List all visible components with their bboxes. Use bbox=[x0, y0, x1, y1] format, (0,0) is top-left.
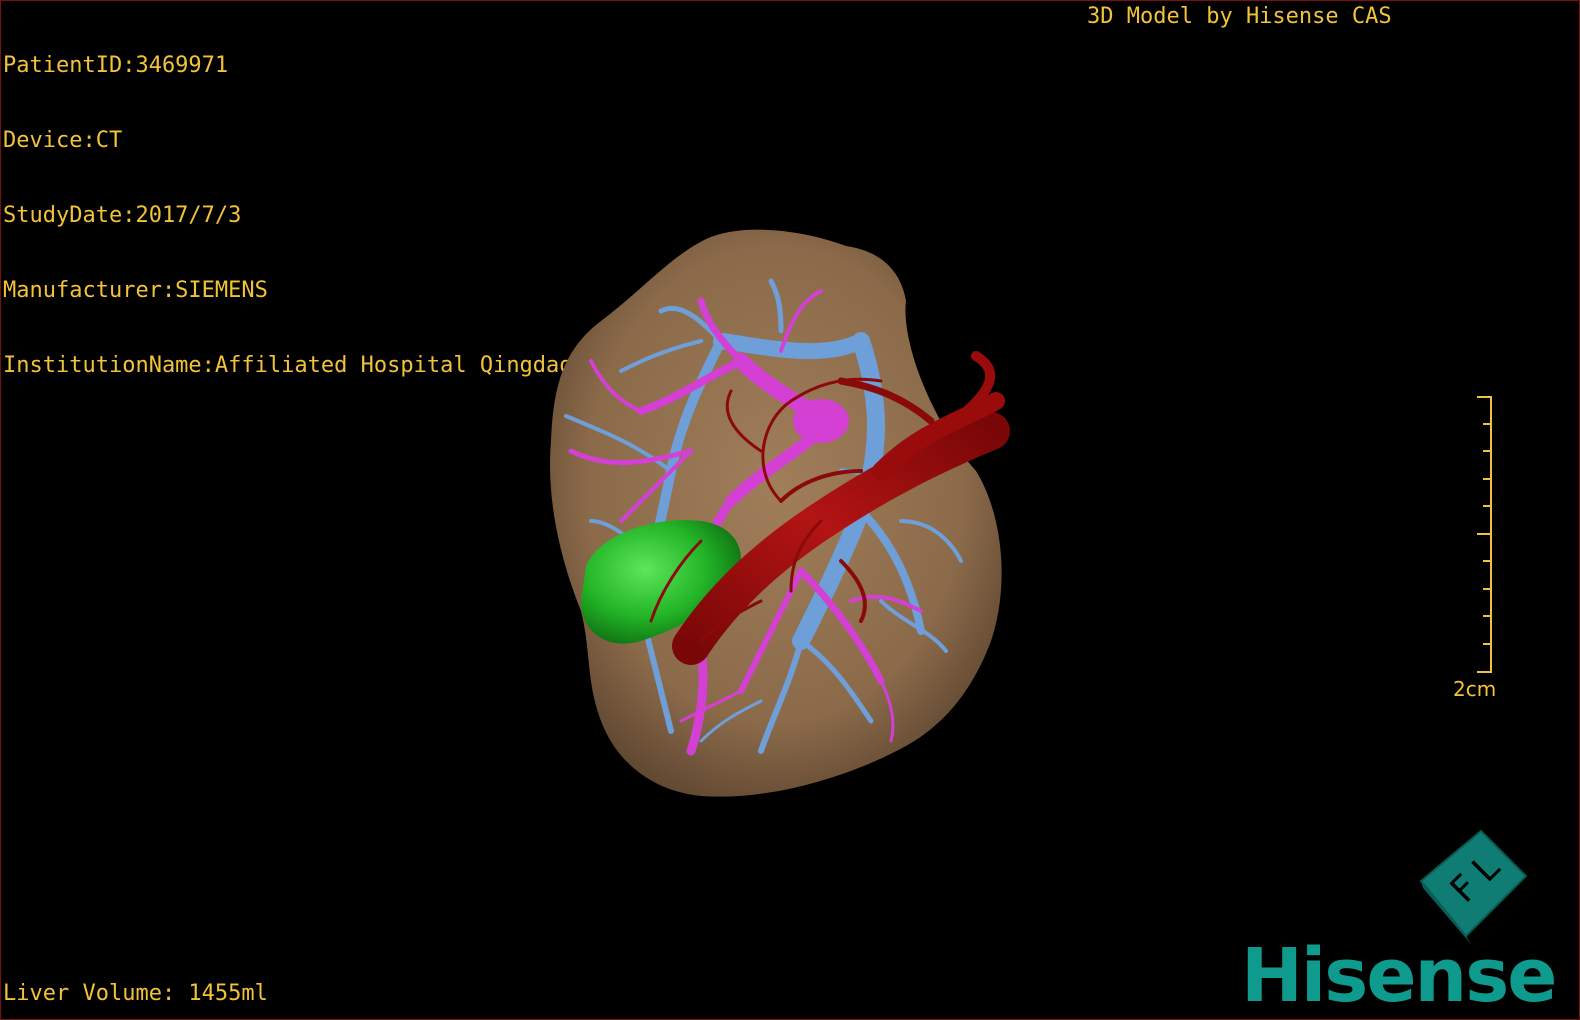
scale-bar-label: 2cm bbox=[1453, 677, 1497, 701]
liver-3d-model[interactable] bbox=[1, 1, 1580, 1020]
liver-volume-text: Liver Volume: 1455ml bbox=[3, 981, 268, 1006]
scale-bar bbox=[1477, 396, 1492, 673]
hisense-logo: Hisense bbox=[1241, 933, 1557, 1019]
3d-viewport[interactable]: PatientID:3469971 Device:CT StudyDate:20… bbox=[0, 0, 1580, 1020]
